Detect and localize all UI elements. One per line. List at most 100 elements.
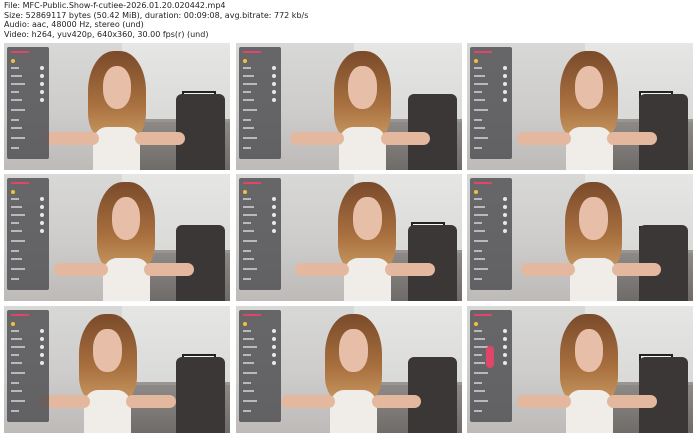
arm-left — [521, 262, 576, 276]
panel-line — [243, 119, 251, 121]
panel-toggle-dot — [40, 90, 44, 94]
video-thumbnail[interactable] — [236, 174, 462, 301]
overlay-panel — [470, 47, 512, 159]
panel-toggle-dot — [503, 213, 507, 217]
video-thumbnail[interactable] — [236, 306, 462, 433]
panel-line — [11, 330, 19, 332]
white-top — [330, 389, 377, 433]
face — [93, 328, 123, 373]
panel-accent — [243, 314, 261, 316]
arm-left — [294, 262, 349, 276]
panel-line — [474, 390, 485, 392]
face — [339, 328, 368, 373]
panel-line — [11, 119, 19, 121]
panel-line — [243, 362, 254, 364]
panel-toggle-dot — [40, 345, 44, 349]
panel-toggle-dot — [503, 345, 507, 349]
panel-line — [11, 250, 19, 252]
arm-right — [371, 394, 422, 408]
panel-accent — [11, 314, 29, 316]
overlay-panel — [239, 47, 281, 159]
panel-line — [474, 83, 488, 85]
panel-accent — [11, 51, 29, 53]
chair — [175, 356, 226, 433]
panel-line — [474, 67, 482, 69]
white-top — [565, 389, 613, 433]
panel-line — [243, 400, 257, 402]
arm-left — [44, 131, 99, 145]
panel-line — [243, 109, 257, 111]
video-thumbnail[interactable] — [4, 43, 230, 170]
panel-line — [243, 127, 254, 129]
panel-line — [11, 362, 22, 364]
panel-line — [474, 127, 485, 129]
panel-line — [243, 354, 251, 356]
arm-right — [380, 131, 431, 145]
panel-toggle-dot — [272, 213, 276, 217]
panel-line — [474, 222, 482, 224]
face — [102, 65, 132, 110]
panel-toggle-dot — [503, 82, 507, 86]
panel-line — [474, 230, 485, 232]
person-figure — [294, 179, 435, 301]
panel-toggle-dot — [40, 213, 44, 217]
panel-line — [243, 214, 257, 216]
panel-line — [243, 250, 251, 252]
person-figure — [516, 311, 657, 433]
arm-right — [144, 262, 194, 276]
panel-line — [243, 278, 251, 280]
panel-toggle-dot — [40, 361, 44, 365]
video-thumbnail[interactable] — [467, 174, 693, 301]
arm-left — [53, 262, 108, 276]
video-thumbnail[interactable] — [4, 174, 230, 301]
panel-line — [474, 214, 488, 216]
panel-line — [11, 410, 19, 412]
panel-toggle-dot — [272, 90, 276, 94]
panel-toggle-dot — [40, 98, 44, 102]
panel-accent — [474, 51, 492, 53]
panel-toggle-dot — [503, 329, 507, 333]
panel-toggle-dot — [40, 197, 44, 201]
panel-line — [474, 240, 488, 242]
panel-line — [11, 400, 25, 402]
panel-toggle-dot — [503, 229, 507, 233]
panel-toggle-dot — [503, 353, 507, 357]
face — [574, 65, 604, 110]
panel-line — [243, 75, 254, 77]
video-thumbnail[interactable] — [4, 306, 230, 433]
arm-left — [516, 394, 571, 408]
person-figure — [516, 48, 657, 170]
overlay-panel — [7, 178, 49, 290]
panel-toggle-dot — [272, 361, 276, 365]
panel-line — [243, 198, 251, 200]
panel-line — [474, 75, 485, 77]
panel-line — [11, 206, 22, 208]
panel-line — [243, 382, 251, 384]
sun-icon — [11, 190, 15, 194]
panel-line — [11, 240, 25, 242]
arm-right — [135, 131, 185, 145]
video-thumbnail[interactable] — [467, 43, 693, 170]
panel-line — [474, 206, 485, 208]
overlay-panel — [239, 178, 281, 290]
panel-toggle-dot — [272, 98, 276, 102]
panel-toggle-dot — [272, 229, 276, 233]
face — [348, 65, 377, 110]
panel-line — [11, 382, 19, 384]
arm-left — [281, 394, 336, 408]
panel-line — [11, 268, 25, 270]
sun-icon — [474, 190, 478, 194]
panel-line — [11, 214, 25, 216]
panel-toggle-dot — [272, 345, 276, 349]
video-thumbnail[interactable] — [236, 43, 462, 170]
panel-line — [243, 206, 254, 208]
panel-line — [11, 109, 25, 111]
panel-line — [474, 400, 488, 402]
sun-icon — [243, 322, 247, 326]
panel-line — [243, 390, 254, 392]
video-thumbnail[interactable] — [467, 306, 693, 433]
panel-toggle-dot — [503, 221, 507, 225]
panel-line — [474, 268, 488, 270]
panel-line — [474, 354, 482, 356]
panel-line — [243, 222, 251, 224]
